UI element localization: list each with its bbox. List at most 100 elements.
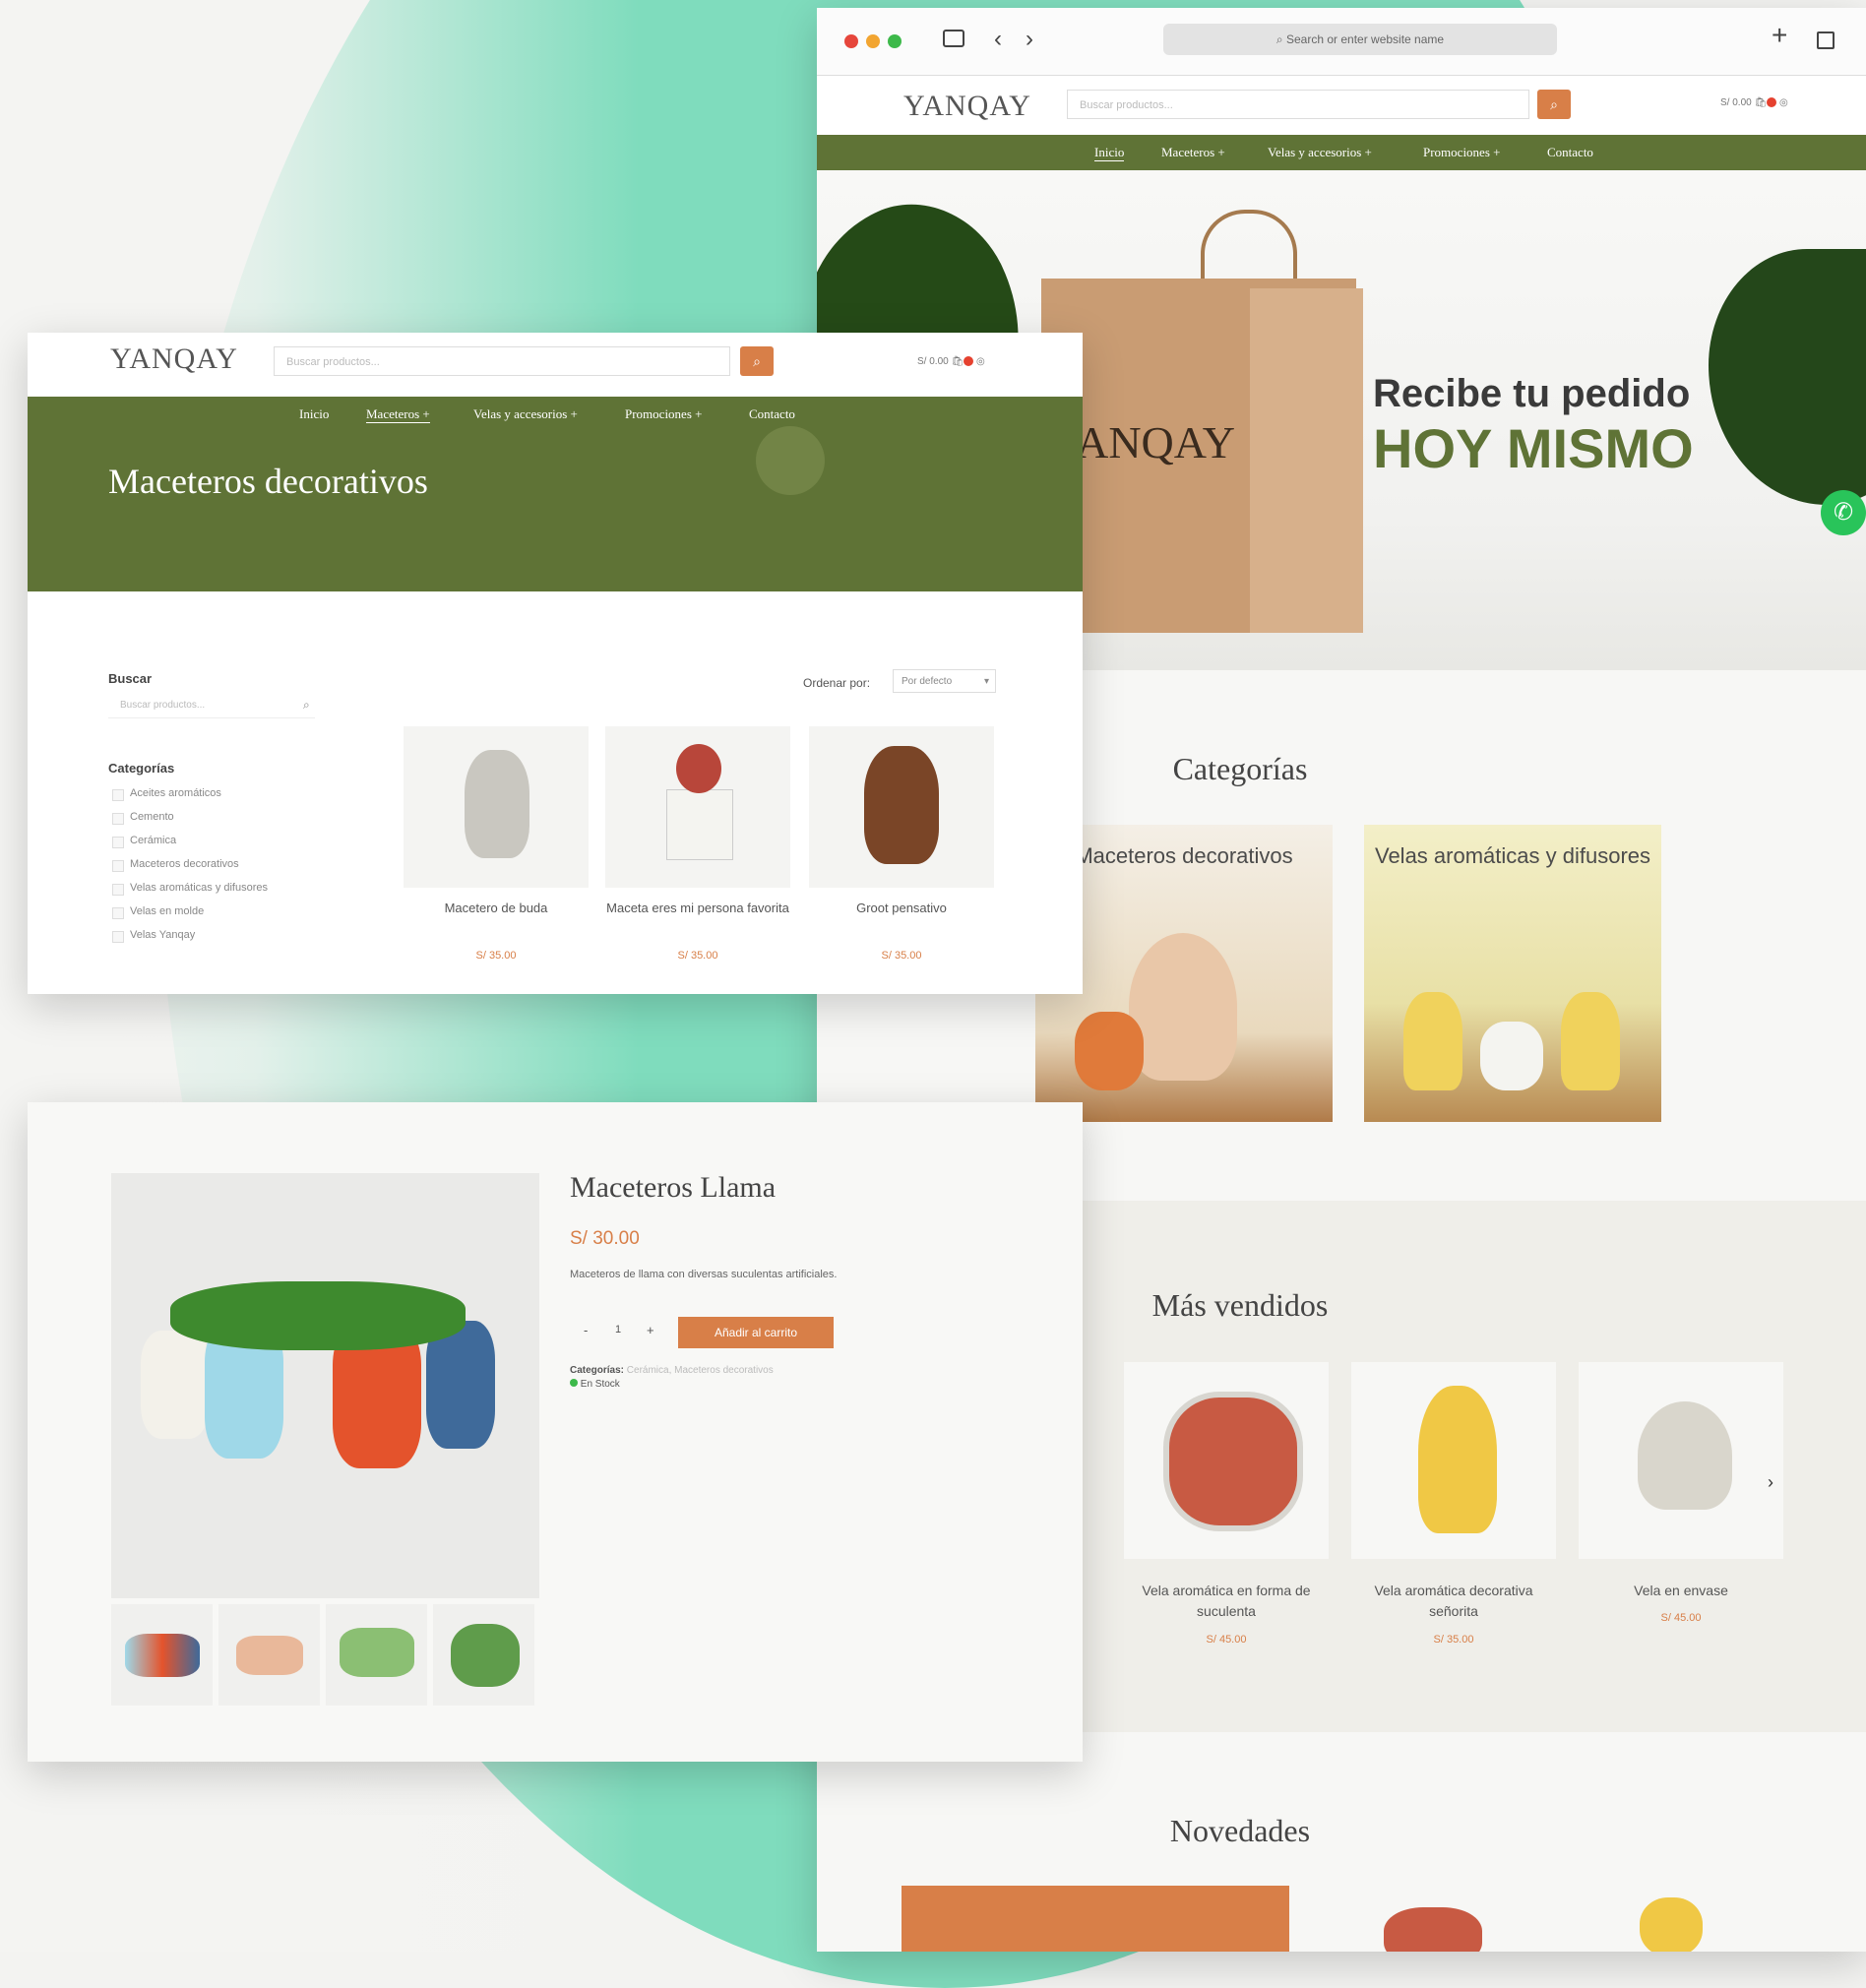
site-logo[interactable]: YANQAY: [110, 342, 238, 376]
forward-icon[interactable]: ›: [1026, 26, 1033, 53]
product-card[interactable]: [1579, 1362, 1783, 1559]
product-thumbnail[interactable]: [218, 1604, 320, 1706]
leaf-image: [1709, 249, 1866, 505]
nav-inicio[interactable]: Inicio: [299, 406, 329, 422]
product-name[interactable]: Maceta eres mi persona favorita: [605, 900, 790, 917]
categories-label: Categorías:: [570, 1365, 625, 1376]
hero-heading: Recibe tu pedido: [1373, 372, 1691, 415]
product-card[interactable]: [1124, 1362, 1329, 1559]
category-link[interactable]: Velas aromáticas y difusores: [130, 882, 268, 894]
cart-icon: 🛍: [1754, 97, 1768, 108]
product-description: Maceteros de llama con diversas suculent…: [570, 1269, 838, 1280]
new-arrival-card[interactable]: [1331, 1886, 1535, 1952]
cart-widget[interactable]: S/ 0.00 🛍 ◎: [1720, 97, 1788, 108]
product-name[interactable]: Vela aromática en forma de suculenta: [1124, 1581, 1329, 1622]
search-button[interactable]: ⌕: [1537, 90, 1571, 119]
category-checkbox[interactable]: [112, 884, 124, 896]
category-checkbox[interactable]: [112, 813, 124, 825]
buddha-planter-image: [465, 750, 529, 858]
new-arrival-card[interactable]: [902, 1886, 1289, 1952]
quantity-increase-button[interactable]: +: [647, 1323, 654, 1337]
product-categories: Categorías: Cerámica, Maceteros decorati…: [570, 1365, 774, 1376]
category-checkbox[interactable]: [112, 837, 124, 848]
close-window-dot[interactable]: [844, 34, 858, 48]
user-icon[interactable]: ◎: [1779, 97, 1788, 108]
product-main-image[interactable]: [111, 1173, 539, 1598]
quantity-value[interactable]: 1: [615, 1324, 621, 1336]
candle-figure-image: [1403, 992, 1462, 1090]
product-card[interactable]: [404, 726, 589, 888]
nav-promociones[interactable]: Promociones +: [625, 406, 702, 422]
category-checkbox[interactable]: [112, 860, 124, 872]
quantity-stepper[interactable]: - 1 +: [570, 1317, 666, 1346]
nav-velas[interactable]: Velas y accesorios +: [473, 406, 578, 422]
product-window: Maceteros Llama S/ 30.00 Maceteros de ll…: [28, 1102, 1083, 1762]
candle-jar-image: [1638, 1401, 1732, 1510]
category-link[interactable]: Velas Yanqay: [130, 929, 195, 941]
quantity-decrease-button[interactable]: -: [584, 1323, 588, 1337]
category-link[interactable]: Velas en molde: [130, 905, 204, 917]
nav-inicio[interactable]: Inicio: [1094, 145, 1125, 161]
category-card-velas[interactable]: Velas aromáticas y difusores: [1364, 825, 1661, 1122]
category-label: Velas aromáticas y difusores: [1374, 843, 1651, 868]
nav-velas[interactable]: Velas y accesorios +: [1268, 145, 1372, 160]
category-checkbox[interactable]: [112, 931, 124, 943]
sidebar-toggle-icon[interactable]: [943, 30, 964, 47]
succulent-image: [676, 744, 721, 793]
address-bar[interactable]: ⌕ Search or enter website name: [1163, 24, 1557, 55]
category-link[interactable]: Cerámica: [130, 835, 176, 846]
sort-select[interactable]: Por defecto ▾: [893, 669, 996, 693]
product-card[interactable]: [605, 726, 790, 888]
add-to-cart-button[interactable]: Añadir al carrito: [678, 1317, 834, 1348]
carousel-next-icon[interactable]: ›: [1768, 1472, 1773, 1493]
thumbnail-image: [125, 1634, 200, 1677]
whatsapp-icon[interactable]: ✆: [1821, 490, 1866, 535]
product-price: S/ 45.00: [1660, 1612, 1702, 1624]
product-name[interactable]: Vela en envase: [1579, 1581, 1783, 1601]
nav-promociones[interactable]: Promociones +: [1423, 145, 1500, 160]
user-icon[interactable]: ◎: [976, 356, 985, 367]
category-link[interactable]: Cemento: [130, 811, 174, 823]
new-arrival-card[interactable]: [1571, 1886, 1775, 1952]
sidebar-search-input[interactable]: Buscar productos...: [108, 693, 315, 718]
product-price: S/ 30.00: [570, 1228, 640, 1249]
product-name[interactable]: Macetero de buda: [404, 900, 589, 917]
product-thumbnail[interactable]: [111, 1604, 213, 1706]
in-stock-icon: [570, 1379, 578, 1387]
nav-maceteros[interactable]: Maceteros +: [1161, 145, 1225, 160]
maximize-window-dot[interactable]: [888, 34, 902, 48]
product-name[interactable]: Groot pensativo: [809, 900, 994, 917]
search-input[interactable]: Buscar productos...: [274, 346, 730, 376]
plus-icon[interactable]: +: [1772, 20, 1787, 51]
cart-widget[interactable]: S/ 0.00 🛍 ◎: [917, 356, 985, 367]
nav-contacto[interactable]: Contacto: [749, 406, 795, 422]
product-card[interactable]: [809, 726, 994, 888]
category-link[interactable]: Aceites aromáticos: [130, 787, 221, 799]
category-checkbox[interactable]: [112, 789, 124, 801]
thumbnail-image: [451, 1624, 520, 1687]
product-card[interactable]: [1351, 1362, 1556, 1559]
product-thumbnail[interactable]: [326, 1604, 427, 1706]
product-thumbnail[interactable]: [433, 1604, 534, 1706]
category-checkbox[interactable]: [112, 907, 124, 919]
product-name[interactable]: Vela aromática decorativa señorita: [1351, 1581, 1556, 1622]
category-link[interactable]: Maceteros decorativos: [130, 858, 239, 870]
shopping-bag-side-image: [1250, 288, 1363, 633]
nav-maceteros[interactable]: Maceteros +: [366, 406, 430, 423]
tabs-icon[interactable]: [1817, 31, 1835, 49]
minimize-window-dot[interactable]: [866, 34, 880, 48]
main-nav: Inicio Maceteros + Velas y accesorios + …: [817, 135, 1866, 172]
search-icon[interactable]: ⌕: [303, 698, 310, 713]
groot-planter-image: [864, 746, 939, 864]
stock-label: En Stock: [580, 1379, 620, 1390]
succulent-candle-image: [1163, 1392, 1303, 1531]
page-title: Maceteros decorativos: [108, 462, 428, 501]
back-icon[interactable]: ‹: [994, 26, 1002, 53]
nav-contacto[interactable]: Contacto: [1547, 145, 1593, 160]
categories-links[interactable]: Cerámica, Maceteros decorativos: [627, 1365, 774, 1376]
hero-subheading: HOY MISMO: [1373, 417, 1694, 479]
site-logo[interactable]: YANQAY: [903, 90, 1031, 123]
search-button[interactable]: ⌕: [740, 346, 774, 376]
succulents-image: [170, 1281, 466, 1350]
search-input[interactable]: Buscar productos...: [1067, 90, 1529, 119]
